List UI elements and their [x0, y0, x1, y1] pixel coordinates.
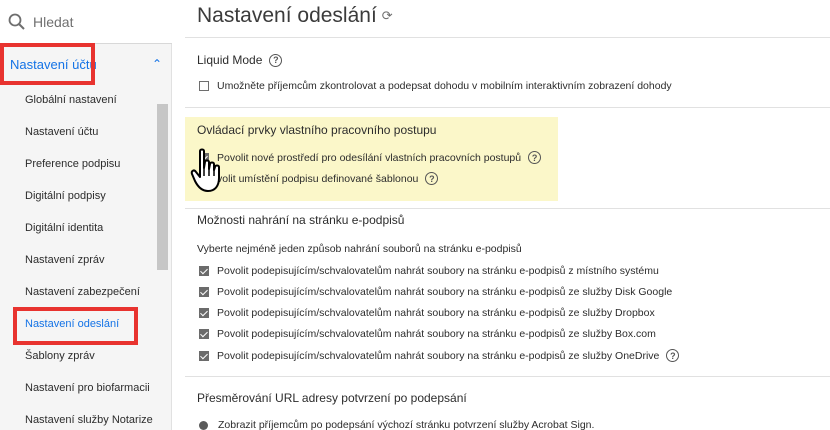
divider: [185, 107, 830, 108]
redirect-default-radio[interactable]: [199, 420, 208, 430]
workflow-title-text: Ovládací prvky vlastního pracovního post…: [197, 123, 437, 137]
upload-box-checkbox[interactable]: [199, 329, 209, 339]
page-title: Nastavení odeslání ⟳: [197, 4, 393, 28]
search-bar: [0, 0, 172, 44]
upload-dropbox-checkbox[interactable]: [199, 308, 209, 318]
upload-option-label: Povolit podepisujícím/schvalovatelům nah…: [217, 286, 673, 298]
upload-option-label: Povolit podepisujícím/schvalovatelům nah…: [217, 265, 659, 277]
sidebar-item-account-settings[interactable]: Nastavení účtu: [0, 116, 155, 148]
upload-option-google-drive[interactable]: Povolit podepisujícím/schvalovatelům nah…: [199, 286, 672, 298]
help-icon[interactable]: ?: [666, 349, 680, 362]
upload-option-onedrive[interactable]: Povolit podepisujícím/schvalovatelům nah…: [199, 349, 680, 362]
liquid-mode-title: Liquid Mode ?: [197, 53, 283, 67]
sidebar-item-message-settings[interactable]: Nastavení zpráv: [0, 244, 155, 276]
upload-option-local[interactable]: Povolit podepisujícím/schvalovatelům nah…: [199, 265, 659, 277]
workflow-option2-label: volit umístění podpisu definované šablon…: [217, 172, 419, 185]
sidebar-scrollbar-thumb[interactable]: [157, 104, 168, 270]
upload-local-checkbox[interactable]: [199, 266, 209, 276]
liquid-mode-checkbox[interactable]: [199, 81, 209, 91]
refresh-icon[interactable]: ⟳: [382, 8, 393, 24]
upload-title-text: Možnosti nahrání na stránku e-podpisů: [197, 213, 405, 227]
sidebar-item-global-settings[interactable]: Globální nastavení: [0, 84, 155, 116]
divider: [185, 37, 830, 38]
upload-option-box[interactable]: Povolit podepisujícím/schvalovatelům nah…: [199, 328, 656, 340]
workflow-option-new-experience[interactable]: Povolit nové prostředí pro odesílání vla…: [199, 151, 542, 164]
sidebar-item-notarize-settings[interactable]: Nastavení služby Notarize: [0, 404, 155, 430]
sidebar-item-security-settings[interactable]: Nastavení zabezpečení: [0, 276, 155, 308]
upload-option-dropbox[interactable]: Povolit podepisujícím/schvalovatelům nah…: [199, 307, 655, 319]
hand-pointer-cursor-icon: [190, 148, 224, 199]
search-input[interactable]: [33, 13, 163, 30]
liquid-mode-option[interactable]: Umožněte příjemcům zkontrolovat a podeps…: [199, 80, 672, 92]
upload-option-label: Povolit podepisujícím/schvalovatelům nah…: [217, 307, 655, 319]
divider: [185, 376, 830, 377]
upload-title: Možnosti nahrání na stránku e-podpisů: [197, 213, 404, 227]
main-content: Nastavení odeslání ⟳ Liquid Mode ? Umožn…: [173, 0, 830, 430]
upload-onedrive-checkbox[interactable]: [199, 350, 209, 361]
liquid-mode-option-label: Umožněte příjemcům zkontrolovat a podeps…: [217, 80, 672, 92]
sidebar-nav: Globální nastavení Nastavení účtu Prefer…: [0, 84, 155, 430]
active-item-highlight-box: [13, 307, 138, 345]
redirect-option-default-page[interactable]: Zobrazit příjemcům po podepsání výchozí …: [199, 419, 594, 430]
workflow-option1-label: Povolit nové prostředí pro odesílání vla…: [217, 151, 522, 164]
search-icon: [8, 13, 26, 31]
help-icon[interactable]: ?: [528, 151, 542, 164]
upload-option-label: Povolit podepisujícím/schvalovatelům nah…: [217, 349, 660, 362]
chevron-up-icon[interactable]: ⌃: [152, 57, 162, 71]
redirect-option-label: Zobrazit příjemcům po podepsání výchozí …: [218, 419, 595, 430]
workflow-title: Ovládací prvky vlastního pracovního post…: [197, 123, 436, 137]
page-title-text: Nastavení odeslání: [197, 4, 377, 27]
upload-google-drive-checkbox[interactable]: [199, 287, 209, 297]
upload-subtitle: Vyberte nejméně jeden způsob nahrání sou…: [197, 243, 522, 255]
help-icon[interactable]: ?: [269, 53, 283, 67]
upload-option-label: Povolit podepisujícím/schvalovatelům nah…: [217, 328, 656, 340]
redirect-title: Přesměrování URL adresy potvrzení po pod…: [197, 391, 467, 405]
workflow-option-template-placement[interactable]: volit umístění podpisu definované šablon…: [217, 172, 439, 185]
liquid-mode-title-text: Liquid Mode: [197, 53, 263, 67]
sidebar: Nastavení účtu ⌃ Globální nastavení Nast…: [0, 0, 172, 430]
sidebar-item-digital-signatures[interactable]: Digitální podpisy: [0, 180, 155, 212]
sidebar-item-biopharma-settings[interactable]: Nastavení pro biofarmacii: [0, 372, 155, 404]
help-icon[interactable]: ?: [425, 172, 439, 185]
section-highlight-box: [0, 43, 95, 85]
sidebar-item-digital-identity[interactable]: Digitální identita: [0, 212, 155, 244]
divider: [185, 208, 830, 209]
redirect-title-text: Přesměrování URL adresy potvrzení po pod…: [197, 391, 467, 405]
sidebar-item-signature-preferences[interactable]: Preference podpisu: [0, 148, 155, 180]
